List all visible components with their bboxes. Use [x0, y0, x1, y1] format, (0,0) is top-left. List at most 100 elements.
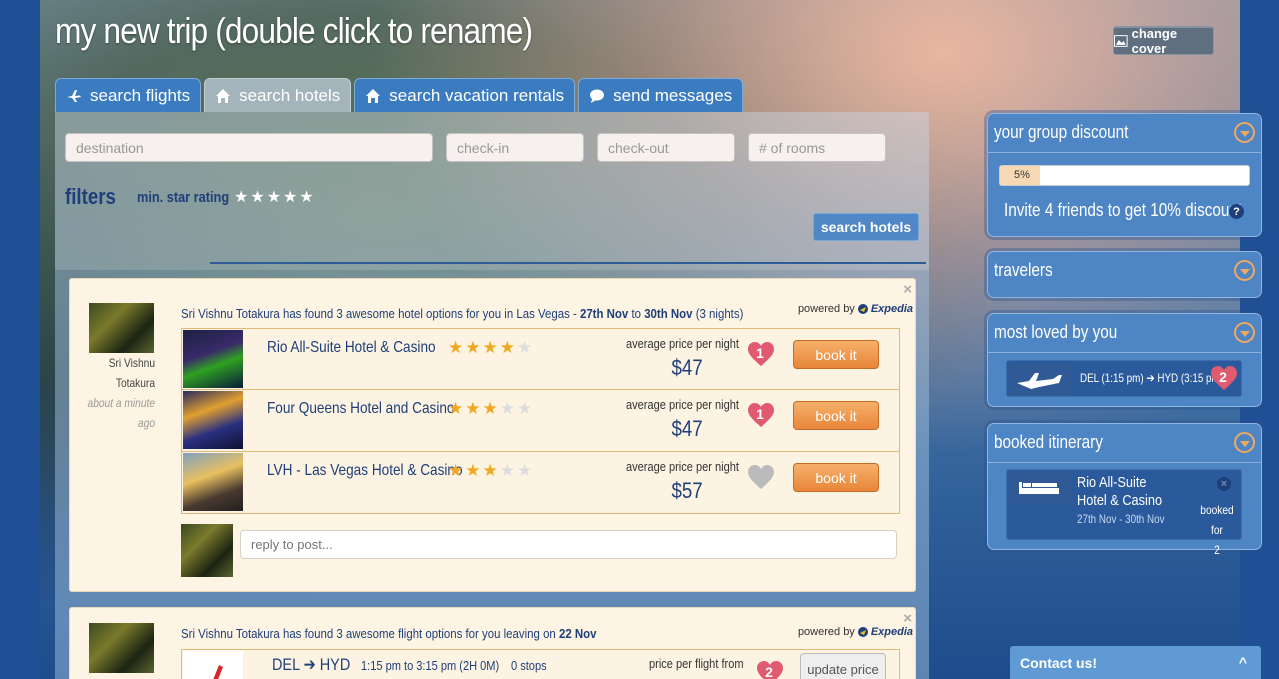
check-in-input[interactable] [446, 133, 584, 162]
image-icon [1114, 34, 1128, 47]
booked-for-count: 2 [1214, 543, 1220, 557]
flight-time: 1:15 pm to 3:15 pm (2H 0M) [361, 658, 500, 673]
remove-booking-icon[interactable]: × [1217, 477, 1231, 491]
itinerary-item: Rio All-Suite Hotel & Casino 27th Nov - … [1006, 469, 1242, 557]
flight-post-card: × Sri Vishnu Totakura has found 3 awesom… [69, 607, 916, 679]
divider [210, 262, 926, 264]
origin: DEL (1:15 pm) [1080, 371, 1144, 385]
hotel-name[interactable]: Four Queens Hotel and Casino [267, 400, 454, 418]
checkin-date: 27th Nov [579, 306, 629, 321]
feed: × Sri Vishnu Totakura about a minute ago… [55, 270, 929, 679]
post-header: Sri Vishnu Totakura has found 3 awesome … [181, 306, 743, 321]
loved-route: DEL (1:15 pm) ➔ HYD (3:15 pm) [1080, 371, 1223, 385]
close-post-button[interactable]: × [903, 281, 912, 298]
airline-logo [183, 651, 243, 679]
powered-by: powered by Expedia [798, 626, 913, 638]
star-icon[interactable]: ★ [267, 190, 281, 206]
hotel-stars: ★ ★ ★ ★ ★ [448, 400, 532, 418]
hotel-stars: ★ ★ ★ ★ ★ [448, 339, 532, 357]
tab-search-hotels[interactable]: search hotels [204, 78, 352, 112]
close-post-button[interactable]: × [903, 610, 912, 627]
tab-search-flights[interactable]: search flights [55, 78, 202, 112]
like-count: 2 [765, 664, 773, 679]
contact-us-widget[interactable]: Contact us! ^ [1010, 646, 1261, 679]
star-filled-icon: ★ [482, 399, 498, 418]
post-time-line: about a minute [87, 396, 155, 410]
like-heart-icon[interactable]: 1 [747, 341, 777, 371]
reply-avatar [181, 524, 233, 577]
destination-code: HYD [319, 655, 351, 674]
collapse-toggle-icon[interactable] [1234, 322, 1255, 343]
flight-route[interactable]: DEL ➔ HYD [272, 655, 350, 675]
hotel-image[interactable] [183, 453, 243, 511]
home-icon [366, 88, 381, 103]
nights-count: (3 nights) [695, 306, 744, 321]
star-icon[interactable]: ★ [250, 190, 264, 206]
panel-title: your group discount [994, 122, 1129, 142]
hotel-image[interactable] [183, 391, 243, 449]
collapse-toggle-icon[interactable] [1234, 432, 1255, 453]
book-it-button[interactable]: book it [793, 340, 879, 369]
avg-price-label: average price per night [625, 397, 739, 412]
expedia-logo-icon [857, 304, 868, 314]
group-discount-panel: your group discount 5% Invite 4 friends … [987, 113, 1262, 237]
flight-stops: 0 stops [511, 658, 547, 673]
chat-icon [590, 89, 605, 103]
user-name-line[interactable]: Totakura [79, 373, 155, 393]
loved-flight-item[interactable]: DEL (1:15 pm) ➔ HYD (3:15 pm) 2 [1006, 360, 1242, 397]
update-price-button[interactable]: update price [800, 653, 886, 679]
provider-name: Expedia [870, 303, 913, 315]
star-empty-icon: ★ [517, 338, 533, 357]
change-cover-button[interactable]: change cover [1113, 26, 1214, 56]
flight-row: DEL ➔ HYD 1:15 pm to 3:15 pm (2H 0M) 0 s… [181, 649, 900, 679]
invite-text[interactable]: Invite 4 friends to get 10% discount [1004, 200, 1242, 221]
hotel-image[interactable] [183, 330, 243, 388]
departure-date: 22 Nov [558, 626, 597, 641]
rooms-input[interactable] [748, 133, 886, 162]
star-icon[interactable]: ★ [283, 190, 297, 206]
like-heart-icon[interactable] [747, 464, 777, 494]
filters-label: filters [65, 184, 116, 209]
collapse-toggle-icon[interactable] [1234, 122, 1255, 143]
hotel-name[interactable]: Rio All-Suite Hotel & Casino [267, 339, 436, 357]
destination-input[interactable] [65, 133, 433, 162]
arrow-right-icon: ➔ [303, 655, 316, 674]
expedia-logo-icon [857, 627, 868, 637]
star-icon[interactable]: ★ [234, 190, 248, 206]
star-empty-icon: ★ [499, 399, 515, 418]
avatar[interactable] [89, 303, 154, 353]
like-count: 2 [1219, 369, 1227, 385]
itinerary-hotel-name[interactable]: Rio All-Suite Hotel & Casino [1077, 474, 1179, 510]
book-it-button[interactable]: book it [793, 401, 879, 430]
star-filled-icon: ★ [499, 338, 515, 357]
star-filled-icon: ★ [465, 461, 481, 480]
like-heart-icon[interactable]: 2 [1210, 365, 1240, 395]
star-filled-icon: ★ [482, 461, 498, 480]
origin-code: DEL [272, 655, 300, 674]
collapse-toggle-icon[interactable] [1234, 260, 1255, 281]
like-heart-icon[interactable]: 1 [747, 402, 777, 432]
check-out-input[interactable] [597, 133, 735, 162]
star-filled-icon: ★ [465, 338, 481, 357]
powered-by: powered by Expedia [798, 303, 913, 315]
hotel-price: $47 [671, 416, 703, 441]
trip-title[interactable]: my new trip (double click to rename) [55, 10, 533, 52]
hotel-name[interactable]: LVH - Las Vegas Hotel & Casino [267, 462, 463, 480]
discount-progress-bar: 5% [999, 165, 1250, 186]
book-it-button[interactable]: book it [793, 463, 879, 492]
help-icon[interactable]: ? [1229, 204, 1244, 219]
star-filled-icon: ★ [448, 399, 464, 418]
search-hotels-button[interactable]: search hotels [813, 213, 919, 241]
discount-percent: 5% [1014, 169, 1030, 181]
like-count: 1 [756, 406, 764, 422]
trip-page: my new trip (double click to rename) cha… [40, 0, 1262, 679]
star-icon[interactable]: ★ [299, 190, 313, 206]
user-name-line[interactable]: Sri Vishnu [79, 353, 155, 373]
like-heart-icon[interactable]: 2 [756, 660, 786, 679]
tab-send-messages[interactable]: send messages [578, 78, 744, 112]
tab-search-vacation-rentals[interactable]: search vacation rentals [354, 78, 576, 112]
reply-input[interactable] [240, 530, 897, 559]
flight-price-label: price per flight from [649, 656, 744, 671]
avatar[interactable] [89, 623, 154, 673]
tab-label: search flights [90, 85, 191, 105]
